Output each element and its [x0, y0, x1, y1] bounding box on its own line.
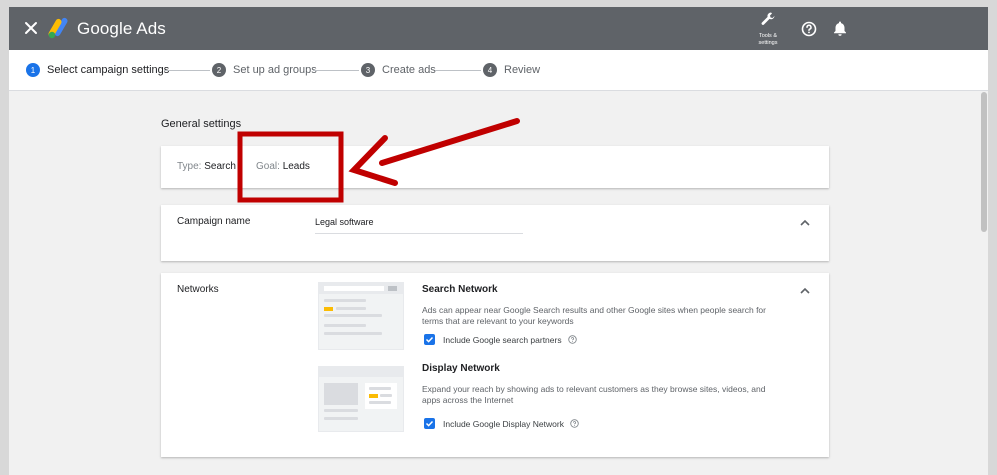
networks-label: Networks [177, 284, 219, 295]
campaign-name-underline [315, 233, 523, 234]
campaign-name-card: Campaign name Legal software [161, 205, 829, 261]
type-field: Type: Search [177, 161, 236, 172]
step-select-campaign-settings[interactable]: 1 Select campaign settings [26, 63, 169, 77]
search-network-description: Ads can appear near Google Search result… [422, 305, 766, 326]
step-number: 2 [212, 63, 226, 77]
step-label: Select campaign settings [47, 64, 170, 76]
progress-stepper: 1 Select campaign settings 2 Set up ad g… [9, 50, 988, 91]
goal-label: Goal: [256, 161, 280, 172]
scrollbar-thumb[interactable] [981, 92, 987, 232]
tools-label-2: settings [758, 40, 778, 46]
tools-label-1: Tools & [758, 33, 778, 39]
goal-field: Goal: Leads [256, 161, 310, 172]
help-icon[interactable] [567, 335, 577, 344]
google-ads-logo-icon [48, 17, 68, 39]
display-network-label: Include Google Display Network [443, 418, 564, 429]
search-partners-label: Include Google search partners [443, 334, 562, 345]
step-label: Set up ad groups [233, 64, 317, 76]
step-connector [435, 70, 481, 71]
search-network-title: Search Network [422, 284, 498, 295]
notifications-bell-icon[interactable] [832, 20, 848, 37]
display-network-checkbox[interactable] [424, 418, 435, 429]
display-network-illustration [318, 366, 404, 432]
step-label: Create ads [382, 64, 436, 76]
step-label: Review [504, 64, 541, 76]
step-number: 1 [26, 63, 40, 77]
step-connector [313, 70, 359, 71]
display-network-checkbox-row[interactable]: Include Google Display Network [424, 418, 579, 429]
main-content: General settings Type: Search Goal: Lead… [9, 92, 979, 475]
help-icon[interactable] [570, 419, 579, 428]
checkmark-icon [425, 336, 434, 343]
search-network-illustration [318, 282, 404, 350]
display-network-description: Expand your reach by showing ads to rele… [422, 384, 766, 405]
search-partners-checkbox[interactable] [424, 334, 435, 345]
checkmark-icon [425, 420, 434, 427]
wrench-icon [761, 12, 775, 25]
networks-card: Networks Search Network Ads can appear n… [161, 273, 829, 457]
general-settings-card: Type: Search Goal: Leads [161, 146, 829, 188]
type-value: Search [204, 161, 236, 172]
app-window: Google Ads Tools & settings 1 Select cam… [9, 7, 988, 475]
help-icon[interactable] [801, 21, 817, 37]
step-number: 3 [361, 63, 375, 77]
general-settings-title: General settings [161, 118, 242, 130]
step-review[interactable]: 4 Review [483, 63, 540, 77]
campaign-name-label: Campaign name [177, 216, 251, 227]
step-create-ads[interactable]: 3 Create ads [361, 63, 436, 77]
display-network-title: Display Network [422, 363, 500, 374]
vertical-scrollbar[interactable] [980, 92, 988, 475]
chevron-up-icon[interactable] [800, 287, 810, 294]
chevron-up-icon[interactable] [800, 219, 810, 226]
step-number: 4 [483, 63, 497, 77]
step-connector [164, 70, 210, 71]
type-label: Type: [177, 161, 202, 172]
tools-settings-button[interactable]: Tools & settings [753, 11, 783, 47]
search-partners-checkbox-row[interactable]: Include Google search partners [424, 334, 577, 345]
goal-value: Leads [282, 161, 310, 172]
brand-title: Google Ads [77, 19, 166, 38]
campaign-name-input[interactable]: Legal software [315, 217, 374, 227]
close-icon[interactable] [21, 18, 41, 38]
top-bar: Google Ads Tools & settings [9, 7, 988, 50]
step-set-up-ad-groups[interactable]: 2 Set up ad groups [212, 63, 317, 77]
